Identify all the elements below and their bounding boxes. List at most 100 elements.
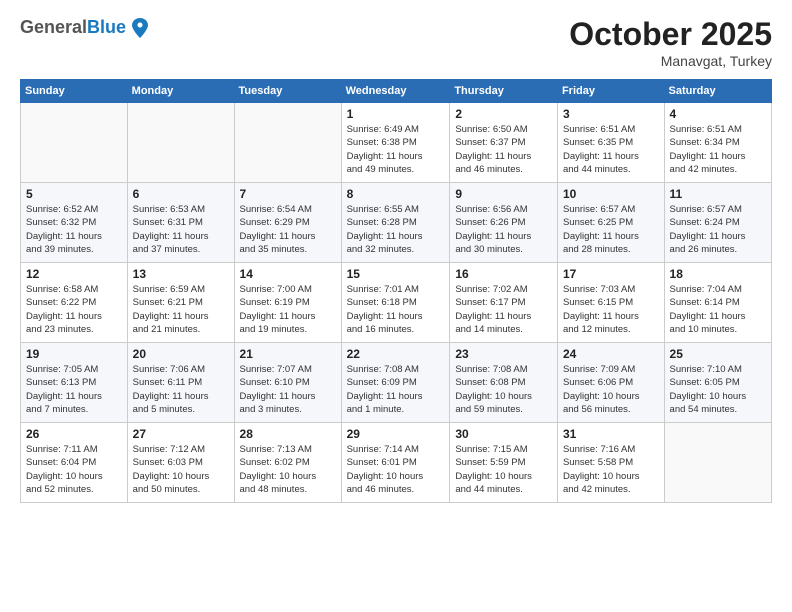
table-row: [21, 103, 128, 183]
day-number: 21: [240, 347, 336, 361]
table-row: 6 Sunrise: 6:53 AM Sunset: 6:31 PM Daylig…: [127, 183, 234, 263]
day-number: 30: [455, 427, 552, 441]
day-info: Sunrise: 6:59 AM Sunset: 6:21 PM Dayligh…: [133, 283, 229, 336]
day-info: Sunrise: 7:15 AM Sunset: 5:59 PM Dayligh…: [455, 443, 552, 496]
table-row: 30 Sunrise: 7:15 AM Sunset: 5:59 PM Dayli…: [450, 423, 558, 503]
table-row: 22Sunrise: 7:08 AM Sunset: 6:09 PM Dayli…: [341, 343, 450, 423]
month-title: October 2025: [569, 16, 772, 53]
day-info: Sunrise: 7:07 AM Sunset: 6:10 PM Dayligh…: [240, 363, 336, 416]
header-thursday: Thursday: [450, 80, 558, 103]
table-row: 18Sunrise: 7:04 AM Sunset: 6:14 PM Dayli…: [664, 263, 771, 343]
table-row: 12 Sunrise: 6:58 AM Sunset: 6:22 PM Dayli…: [21, 263, 128, 343]
table-row: 11 Sunrise: 6:57 AM Sunset: 6:24 PM Dayli…: [664, 183, 771, 263]
day-number: 12: [26, 267, 122, 281]
day-number: 7: [240, 187, 336, 201]
day-number: 9: [455, 187, 552, 201]
title-block: October 2025 Manavgat, Turkey: [569, 16, 772, 69]
table-row: 9 Sunrise: 6:56 AM Sunset: 6:26 PM Daylig…: [450, 183, 558, 263]
day-number: 22: [347, 347, 445, 361]
day-number: 1: [347, 107, 445, 121]
day-number: 23: [455, 347, 552, 361]
day-info: Sunrise: 7:11 AM Sunset: 6:04 PM Dayligh…: [26, 443, 122, 496]
day-number: 15: [347, 267, 445, 281]
header-tuesday: Tuesday: [234, 80, 341, 103]
day-number: 19: [26, 347, 122, 361]
logo: GeneralBlue: [20, 16, 152, 40]
day-number: 5: [26, 187, 122, 201]
day-info: Sunrise: 6:49 AM Sunset: 6:38 PM Dayligh…: [347, 123, 445, 176]
day-number: 13: [133, 267, 229, 281]
weekday-header-row: Sunday Monday Tuesday Wednesday Thursday…: [21, 80, 772, 103]
table-row: 14 Sunrise: 7:00 AM Sunset: 6:19 PM Dayli…: [234, 263, 341, 343]
day-info: Sunrise: 7:05 AM Sunset: 6:13 PM Dayligh…: [26, 363, 122, 416]
header-saturday: Saturday: [664, 80, 771, 103]
table-row: 19 Sunrise: 7:05 AM Sunset: 6:13 PM Dayli…: [21, 343, 128, 423]
day-info: Sunrise: 6:57 AM Sunset: 6:24 PM Dayligh…: [670, 203, 766, 256]
day-number: 26: [26, 427, 122, 441]
day-info: Sunrise: 6:55 AM Sunset: 6:28 PM Dayligh…: [347, 203, 445, 256]
day-info: Sunrise: 7:00 AM Sunset: 6:19 PM Dayligh…: [240, 283, 336, 336]
day-number: 20: [133, 347, 229, 361]
day-number: 28: [240, 427, 336, 441]
table-row: 4 Sunrise: 6:51 AM Sunset: 6:34 PM Daylig…: [664, 103, 771, 183]
day-info: Sunrise: 7:02 AM Sunset: 6:17 PM Dayligh…: [455, 283, 552, 336]
day-number: 24: [563, 347, 659, 361]
day-info: Sunrise: 6:50 AM Sunset: 6:37 PM Dayligh…: [455, 123, 552, 176]
day-info: Sunrise: 6:51 AM Sunset: 6:35 PM Dayligh…: [563, 123, 659, 176]
day-info: Sunrise: 6:51 AM Sunset: 6:34 PM Dayligh…: [670, 123, 766, 176]
table-row: 10Sunrise: 6:57 AM Sunset: 6:25 PM Dayli…: [557, 183, 664, 263]
table-row: [127, 103, 234, 183]
day-info: Sunrise: 6:53 AM Sunset: 6:31 PM Dayligh…: [133, 203, 229, 256]
day-info: Sunrise: 7:08 AM Sunset: 6:08 PM Dayligh…: [455, 363, 552, 416]
table-row: 24 Sunrise: 7:09 AM Sunset: 6:06 PM Dayli…: [557, 343, 664, 423]
header: GeneralBlue October 2025 Manavgat, Turke…: [20, 16, 772, 69]
day-number: 29: [347, 427, 445, 441]
logo-general: GeneralBlue: [20, 18, 126, 38]
week-row-3: 19 Sunrise: 7:05 AM Sunset: 6:13 PM Dayli…: [21, 343, 772, 423]
day-number: 17: [563, 267, 659, 281]
table-row: 26 Sunrise: 7:11 AM Sunset: 6:04 PM Dayli…: [21, 423, 128, 503]
table-row: 21 Sunrise: 7:07 AM Sunset: 6:10 PM Dayli…: [234, 343, 341, 423]
day-number: 2: [455, 107, 552, 121]
day-info: Sunrise: 7:16 AM Sunset: 5:58 PM Dayligh…: [563, 443, 659, 496]
day-info: Sunrise: 7:10 AM Sunset: 6:05 PM Dayligh…: [670, 363, 766, 416]
location-title: Manavgat, Turkey: [569, 53, 772, 69]
day-info: Sunrise: 6:58 AM Sunset: 6:22 PM Dayligh…: [26, 283, 122, 336]
day-number: 3: [563, 107, 659, 121]
day-number: 6: [133, 187, 229, 201]
table-row: 28Sunrise: 7:13 AM Sunset: 6:02 PM Dayli…: [234, 423, 341, 503]
table-row: 31 Sunrise: 7:16 AM Sunset: 5:58 PM Dayli…: [557, 423, 664, 503]
table-row: 5Sunrise: 6:52 AM Sunset: 6:32 PM Daylig…: [21, 183, 128, 263]
table-row: 25 Sunrise: 7:10 AM Sunset: 6:05 PM Dayli…: [664, 343, 771, 423]
day-number: 4: [670, 107, 766, 121]
day-info: Sunrise: 6:54 AM Sunset: 6:29 PM Dayligh…: [240, 203, 336, 256]
day-number: 11: [670, 187, 766, 201]
day-number: 31: [563, 427, 659, 441]
day-info: Sunrise: 6:57 AM Sunset: 6:25 PM Dayligh…: [563, 203, 659, 256]
week-row-1: 5Sunrise: 6:52 AM Sunset: 6:32 PM Daylig…: [21, 183, 772, 263]
table-row: 1 Sunrise: 6:49 AM Sunset: 6:38 PM Daylig…: [341, 103, 450, 183]
day-number: 25: [670, 347, 766, 361]
day-info: Sunrise: 7:06 AM Sunset: 6:11 PM Dayligh…: [133, 363, 229, 416]
day-info: Sunrise: 7:04 AM Sunset: 6:14 PM Dayligh…: [670, 283, 766, 336]
table-row: 29Sunrise: 7:14 AM Sunset: 6:01 PM Dayli…: [341, 423, 450, 503]
table-row: [234, 103, 341, 183]
day-info: Sunrise: 6:56 AM Sunset: 6:26 PM Dayligh…: [455, 203, 552, 256]
header-sunday: Sunday: [21, 80, 128, 103]
table-row: 7 Sunrise: 6:54 AM Sunset: 6:29 PM Daylig…: [234, 183, 341, 263]
table-row: 20 Sunrise: 7:06 AM Sunset: 6:11 PM Dayli…: [127, 343, 234, 423]
day-info: Sunrise: 7:09 AM Sunset: 6:06 PM Dayligh…: [563, 363, 659, 416]
logo-icon: [128, 16, 152, 40]
table-row: 27Sunrise: 7:12 AM Sunset: 6:03 PM Dayli…: [127, 423, 234, 503]
day-number: 8: [347, 187, 445, 201]
header-monday: Monday: [127, 80, 234, 103]
table-row: 8 Sunrise: 6:55 AM Sunset: 6:28 PM Daylig…: [341, 183, 450, 263]
day-info: Sunrise: 7:03 AM Sunset: 6:15 PM Dayligh…: [563, 283, 659, 336]
day-number: 16: [455, 267, 552, 281]
table-row: 2 Sunrise: 6:50 AM Sunset: 6:37 PM Daylig…: [450, 103, 558, 183]
day-number: 14: [240, 267, 336, 281]
table-row: [664, 423, 771, 503]
week-row-4: 26 Sunrise: 7:11 AM Sunset: 6:04 PM Dayli…: [21, 423, 772, 503]
header-friday: Friday: [557, 80, 664, 103]
table-row: 15Sunrise: 7:01 AM Sunset: 6:18 PM Dayli…: [341, 263, 450, 343]
